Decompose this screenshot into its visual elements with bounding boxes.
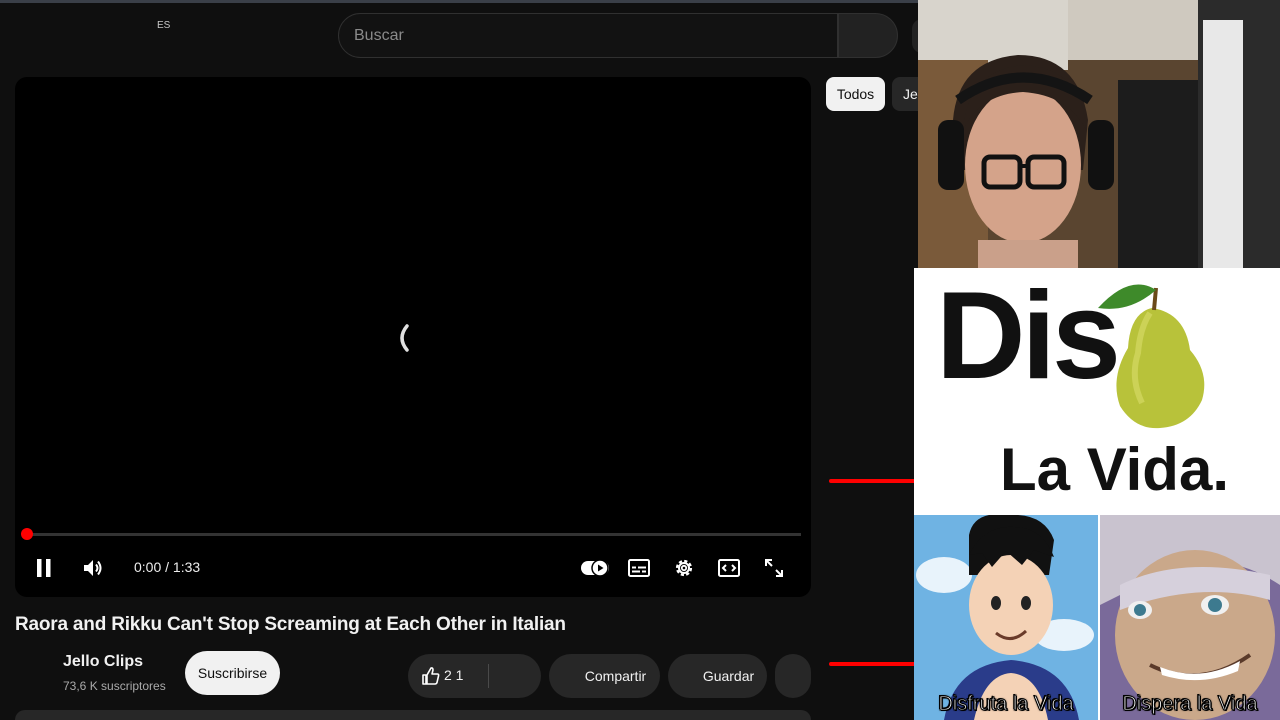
play-pause-button[interactable] bbox=[29, 553, 59, 583]
meme-caption-right: Dispera la Vida bbox=[1122, 693, 1258, 716]
fullscreen-icon bbox=[765, 559, 783, 577]
thumbnail-progress-bar bbox=[829, 479, 918, 483]
like-dislike-group: 2 1 bbox=[408, 654, 541, 698]
theater-mode-button[interactable] bbox=[714, 553, 744, 583]
pause-icon bbox=[37, 559, 51, 577]
cartoon-character-image bbox=[914, 515, 1098, 720]
meme-overlay: Dis La Vida. Disfruta la Vida Dispera la… bbox=[914, 268, 1280, 720]
language-badge: ES bbox=[157, 20, 171, 31]
more-actions-button[interactable] bbox=[775, 654, 811, 698]
save-button[interactable]: Guardar bbox=[668, 654, 767, 698]
progress-bar[interactable] bbox=[25, 533, 801, 536]
loading-spinner-icon bbox=[400, 324, 409, 352]
meme-lavida-text: La Vida. bbox=[1000, 436, 1229, 503]
time-display: 0:00 / 1:33 bbox=[134, 559, 201, 575]
autoplay-toggle[interactable] bbox=[579, 553, 611, 583]
video-player[interactable]: 0:00 / 1:33 bbox=[15, 77, 811, 597]
like-divider bbox=[488, 664, 489, 688]
progress-scrubber[interactable] bbox=[21, 528, 33, 540]
autoplay-toggle-icon bbox=[581, 559, 609, 577]
save-label: Guardar bbox=[702, 668, 755, 684]
meme-caption-left: Disfruta la Vida bbox=[938, 693, 1074, 716]
settings-icon bbox=[675, 559, 693, 577]
search-box[interactable] bbox=[338, 13, 838, 58]
subscribe-button[interactable]: Suscribirse bbox=[185, 651, 280, 695]
settings-button[interactable] bbox=[669, 553, 699, 583]
webcam-overlay bbox=[918, 0, 1280, 268]
search-button[interactable] bbox=[838, 13, 898, 58]
like-count: 2 1 bbox=[444, 667, 464, 683]
cartoon-character-image bbox=[1100, 515, 1280, 720]
channel-name[interactable]: Jello Clips bbox=[63, 653, 143, 671]
meme-panel-right: Dispera la Vida bbox=[1100, 515, 1280, 720]
share-label: Compartir bbox=[584, 668, 647, 684]
subscriber-count: 73,6 K suscriptores bbox=[63, 679, 166, 693]
top-bar: ES bbox=[0, 0, 922, 64]
fullscreen-button[interactable] bbox=[759, 553, 789, 583]
thumbnail-progress-bar bbox=[829, 662, 918, 666]
video-title: Raora and Rikku Can't Stop Screaming at … bbox=[15, 614, 566, 635]
webcam-person-image bbox=[918, 0, 1280, 268]
volume-icon bbox=[84, 560, 102, 576]
subtitles-button[interactable] bbox=[624, 553, 654, 583]
chip-next[interactable]: Je bbox=[892, 77, 918, 111]
description-box[interactable] bbox=[15, 710, 811, 720]
search-input[interactable] bbox=[354, 26, 837, 45]
pear-icon bbox=[1098, 284, 1205, 429]
volume-button[interactable] bbox=[78, 553, 108, 583]
thumbs-up-icon[interactable] bbox=[422, 666, 440, 686]
share-button[interactable]: Compartir bbox=[549, 654, 660, 698]
theater-icon bbox=[718, 559, 740, 577]
meme-panel-left: Disfruta la Vida bbox=[914, 515, 1098, 720]
subtitles-icon bbox=[628, 559, 650, 577]
chip-todos[interactable]: Todos bbox=[826, 77, 885, 111]
